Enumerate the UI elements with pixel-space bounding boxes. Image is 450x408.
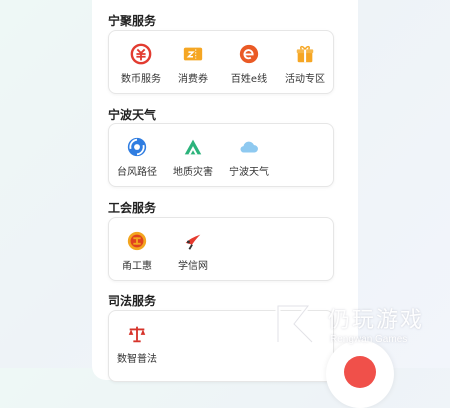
item-label: 数智普法 (117, 354, 157, 365)
smart-law-service[interactable]: 数智普法 (109, 311, 165, 381)
yonggonghui-service[interactable]: 甬工惠 (109, 218, 165, 280)
item-label: 数币服务 (121, 74, 161, 85)
watermark-title: 仍玩游戏 (328, 308, 425, 333)
item-label: 甬工惠 (122, 261, 152, 272)
section-title-judicial: 司法服务 (108, 294, 157, 308)
typhoon-icon (127, 137, 147, 157)
coupon-icon (183, 47, 203, 61)
item-label: 百姓e线 (230, 74, 268, 85)
watermark-logo-icon (275, 303, 314, 344)
coupon-service[interactable]: 消费券 (165, 31, 221, 93)
ningju-services-card: 数币服务 消费券 百姓e线 活动专区 (108, 30, 334, 94)
e-line-icon (239, 44, 259, 64)
e-line-service[interactable]: 百姓e线 (221, 31, 277, 93)
item-label: 地质灾害 (173, 167, 213, 178)
gift-icon (296, 45, 314, 63)
item-label: 活动专区 (285, 74, 325, 85)
union-services-card: 甬工惠 学信网 (108, 217, 334, 281)
section-title-ningju: 宁聚服务 (108, 14, 157, 28)
cloud-icon (240, 141, 258, 153)
item-label: 消费券 (178, 74, 208, 85)
item-label: 宁波天气 (229, 167, 269, 178)
watermark: 仍玩游戏 Rengwan Games (270, 296, 450, 368)
section-title-weather: 宁波天气 (108, 108, 157, 122)
digital-currency-icon (130, 43, 152, 65)
typhoon-path-service[interactable]: 台风路径 (109, 124, 165, 186)
xuexin-bird-icon (185, 234, 201, 250)
item-label: 学信网 (178, 261, 208, 272)
xuexin-service[interactable]: 学信网 (165, 218, 221, 280)
digital-currency-service[interactable]: 数币服务 (113, 31, 169, 93)
union-emblem-icon (127, 231, 147, 251)
scales-icon (128, 326, 146, 343)
weather-services-card: 台风路径 地质灾害 宁波天气 (108, 123, 334, 187)
activity-zone-service[interactable]: 活动专区 (277, 31, 333, 93)
geological-hazard-service[interactable]: 地质灾害 (165, 124, 221, 186)
item-label: 台风路径 (117, 167, 157, 178)
section-title-union: 工会服务 (108, 201, 157, 215)
watermark-subtitle: Rengwan Games (330, 334, 408, 345)
ningbo-weather-service[interactable]: 宁波天气 (221, 124, 277, 186)
geological-hazard-icon (184, 139, 202, 155)
